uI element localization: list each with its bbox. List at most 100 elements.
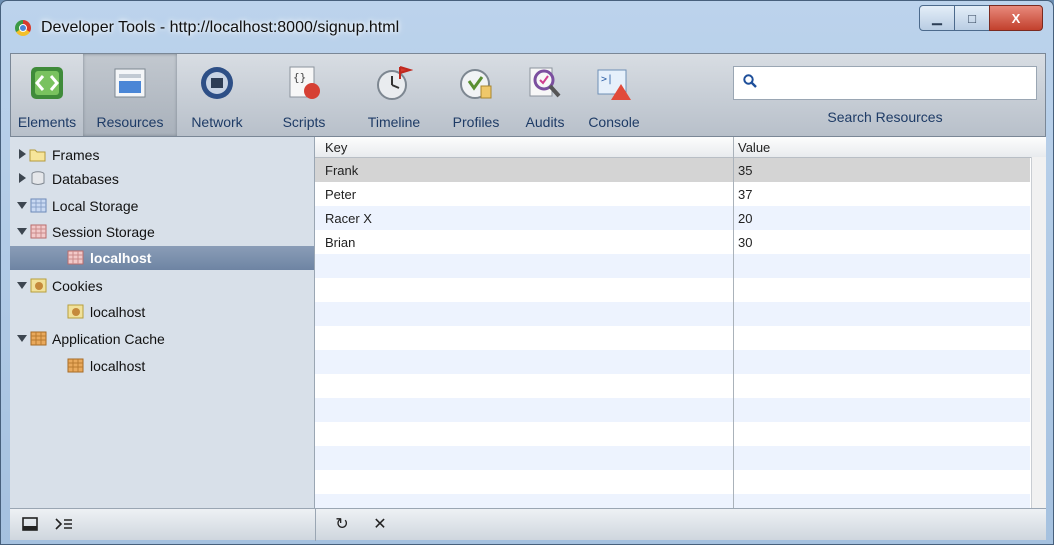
console-icon: >| [597,69,631,100]
search-input[interactable] [733,66,1037,100]
session-storage-icon [30,224,47,239]
tree-item-cookies[interactable]: Cookies [10,274,314,298]
tab-elements[interactable]: Elements [11,54,83,136]
dock-button[interactable] [16,512,44,536]
refresh-button[interactable]: ↻ [328,512,356,536]
window-controls: ▁ □ X [919,5,1043,31]
cell-value: 30 [738,235,753,250]
expand-arrow-icon[interactable] [19,173,26,183]
cell-key: Frank [325,163,359,178]
empty-row [315,350,1030,374]
search-icon [743,74,757,88]
tab-elements-label: Elements [17,114,77,130]
tree-label: Cookies [52,278,103,294]
collapse-arrow-icon[interactable] [17,228,27,235]
tab-network-label: Network [191,114,243,130]
tree-label: localhost [90,358,146,374]
tree-item-cookies-localhost[interactable]: localhost [10,300,314,324]
folder-icon [29,149,46,162]
tree-item-databases[interactable]: Databases [10,167,314,191]
resources-icon [114,68,146,98]
cell-key: Racer X [325,211,372,226]
tree-item-application-cache[interactable]: Application Cache [10,327,314,351]
cell-value: 35 [738,163,753,178]
chrome-icon [15,20,31,36]
tab-audits[interactable]: Audits [515,54,575,136]
tree-label: localhost [90,304,146,320]
status-separator [315,509,316,541]
empty-row [315,446,1030,470]
tab-resources[interactable]: Resources [83,54,177,136]
svg-text:{}: {} [293,71,306,84]
delete-button[interactable]: ✕ [366,512,394,536]
application-cache-icon [30,331,47,346]
collapse-arrow-icon[interactable] [17,335,27,342]
audits-icon [529,67,561,98]
tab-network[interactable]: Network [177,54,257,136]
local-storage-icon [30,198,47,213]
vertical-scrollbar[interactable] [1031,157,1046,508]
table-row[interactable]: Frank 35 [315,158,1030,182]
tab-console[interactable]: >| Console [575,54,653,136]
expand-arrow-icon[interactable] [19,149,26,159]
console-toggle-icon [55,518,72,530]
table-row[interactable]: Racer X 20 [315,206,1030,230]
tree-label: Session Storage [52,224,155,240]
tab-resources-label: Resources [96,114,164,130]
panel-toolbar: Elements Resources Network {} Scripts Ti… [10,53,1046,137]
tree-item-local-storage[interactable]: Local Storage [10,194,314,218]
session-storage-icon [67,250,84,265]
cell-key: Peter [325,187,357,202]
search-label: Search Resources [827,109,943,125]
tree-label: Application Cache [52,331,165,347]
minimize-button[interactable]: ▁ [919,5,955,31]
tab-scripts[interactable]: {} Scripts [257,54,351,136]
tab-profiles[interactable]: Profiles [437,54,515,136]
scripts-icon: {} [289,66,320,99]
svg-text:>|: >| [601,74,613,85]
tab-timeline[interactable]: Timeline [351,54,437,136]
devtools-window: Developer Tools - http://localhost:8000/… [0,0,1054,545]
empty-row [315,302,1030,326]
storage-data-grid: Key Value Frank 35 Peter 37 Racer X 20 B… [315,137,1046,508]
tree-label: localhost [90,250,152,266]
resources-sidebar: Frames Databases Local Storage Session S… [10,137,315,508]
tab-scripts-label: Scripts [282,114,326,130]
elements-icon [31,67,63,99]
tab-audits-label: Audits [525,114,565,130]
application-cache-icon [67,358,84,373]
tab-timeline-label: Timeline [367,114,421,130]
tab-profiles-label: Profiles [452,114,500,130]
column-divider[interactable] [733,137,734,508]
tree-item-frames[interactable]: Frames [10,143,314,167]
cookie-icon [30,278,47,293]
empty-row [315,254,1030,278]
tree-label: Frames [52,147,100,163]
maximize-button[interactable]: □ [954,5,990,31]
cookie-icon [67,304,84,319]
table-row[interactable]: Peter 37 [315,182,1030,206]
tree-item-session-storage[interactable]: Session Storage [10,220,314,244]
collapse-arrow-icon[interactable] [17,282,27,289]
tree-item-session-localhost[interactable]: localhost [10,246,314,270]
tree-item-appcache-localhost[interactable]: localhost [10,354,314,378]
column-header-key[interactable]: Key [325,140,347,155]
database-icon [31,171,45,185]
tree-label: Local Storage [52,198,139,214]
tree-label: Databases [52,171,119,187]
table-row[interactable]: Brian 30 [315,230,1030,254]
cell-value: 37 [738,187,753,202]
network-icon [201,67,233,99]
status-bar: ↻ ✕ [10,508,1046,541]
title-bar[interactable]: Developer Tools - http://localhost:8000/… [1,1,1053,53]
collapse-arrow-icon[interactable] [17,202,27,209]
empty-row [315,398,1030,422]
console-toggle-button[interactable] [50,512,78,536]
empty-row [315,494,1030,508]
grid-header: Key Value [315,137,1046,158]
tab-console-label: Console [588,114,640,130]
column-header-value[interactable]: Value [738,140,770,155]
profiles-icon [460,69,492,99]
close-button[interactable]: X [989,5,1043,31]
cell-key: Brian [325,235,356,250]
